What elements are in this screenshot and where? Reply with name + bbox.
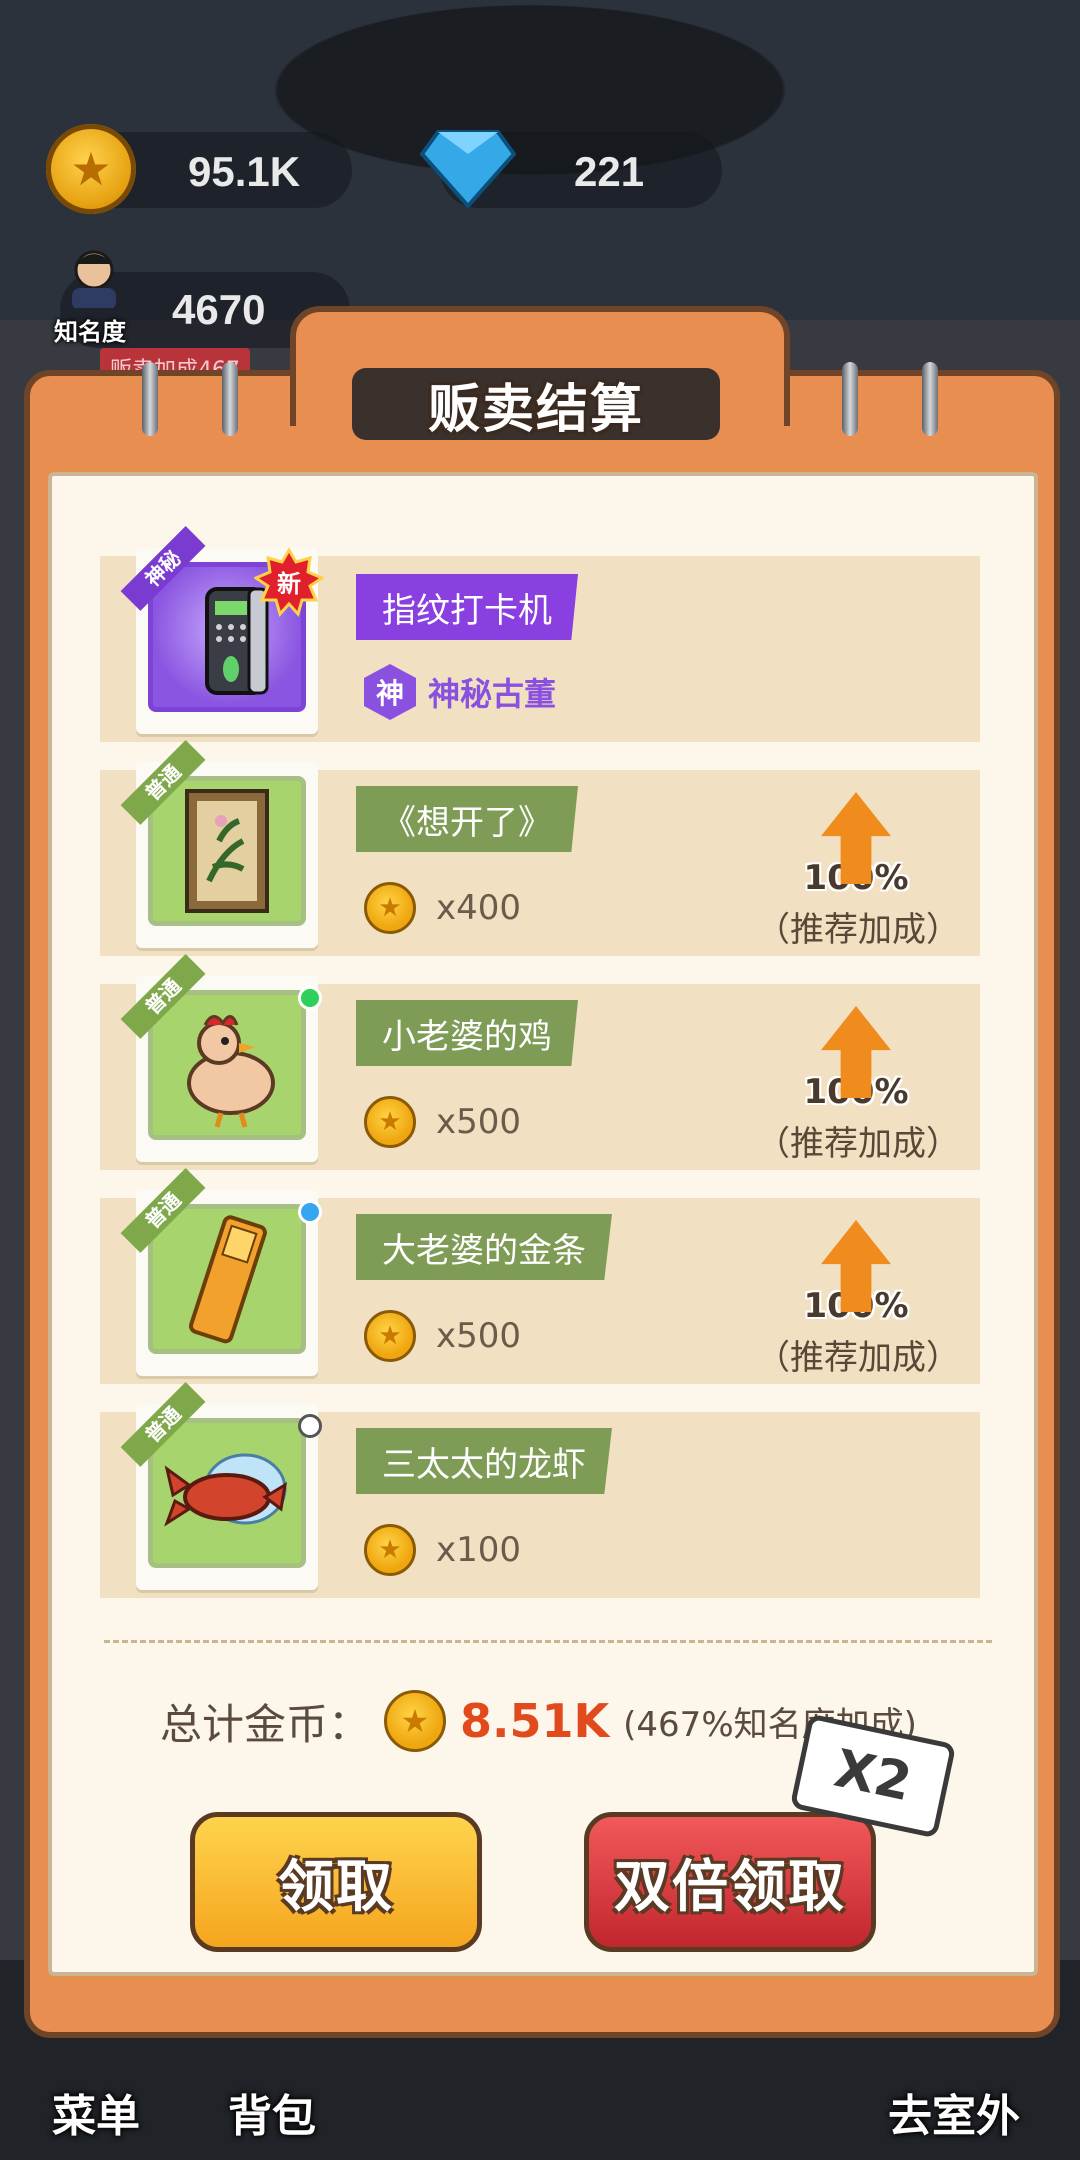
item-name: 《想开了》 <box>356 786 578 852</box>
total-value: 8.51K <box>460 1694 610 1748</box>
fame-label: 知名度 <box>54 318 126 346</box>
item-thumbnail[interactable]: 普通 <box>120 740 318 948</box>
fame-value: 4670 <box>172 286 266 333</box>
mystery-rarity-icon: 神 <box>364 664 416 720</box>
item-name: 指纹打卡机 <box>356 574 578 640</box>
item-image <box>148 776 306 926</box>
lobster-icon <box>164 1453 288 1527</box>
binder-ring-icon <box>922 362 938 436</box>
status-dot-icon <box>298 1414 322 1438</box>
new-badge-label: 新 <box>277 570 301 598</box>
coin-icon: ★ <box>364 1310 416 1362</box>
price-value: x500 <box>436 1316 522 1356</box>
gold-bar-icon <box>188 1215 267 1344</box>
binder-ring-icon <box>222 362 238 436</box>
scroll-painting-icon <box>185 789 269 913</box>
status-dot-icon <box>298 986 322 1010</box>
recommend-boost: 100% （推荐加成） <box>756 1220 960 1379</box>
claim-button[interactable]: 领取 <box>190 1812 482 1952</box>
coin-icon: ★ <box>46 124 136 214</box>
boost-note: （推荐加成） <box>756 910 960 950</box>
coin-count: 95.1K <box>188 148 301 195</box>
item-name: 三太太的龙虾 <box>356 1428 612 1494</box>
item-image <box>148 1204 306 1354</box>
recommend-boost: 100% （推荐加成） <box>756 1006 960 1165</box>
item-name: 大老婆的金条 <box>356 1214 612 1280</box>
coin-icon: ★ <box>384 1690 447 1752</box>
item-thumbnail[interactable]: 普通 <box>120 1168 322 1376</box>
price-value: x500 <box>436 1102 522 1142</box>
price-value: x400 <box>436 888 522 928</box>
diamond-icon <box>420 130 516 208</box>
coin-icon: ★ <box>364 882 416 934</box>
item-thumbnail[interactable]: 神秘 新 <box>120 526 324 734</box>
rarity-label: 神秘古董 <box>428 675 557 713</box>
dashed-divider <box>104 1640 992 1643</box>
boost-note: （推荐加成） <box>756 1124 960 1164</box>
item-image <box>148 990 306 1140</box>
binder-ring-icon <box>142 362 158 436</box>
item-thumbnail[interactable]: 普通 <box>120 954 322 1162</box>
price-value: x100 <box>436 1530 522 1570</box>
dialog-title: 贩卖结算 <box>352 368 720 440</box>
backpack-button[interactable]: 背包 <box>228 2080 316 2144</box>
item-price: ★ x100 <box>364 1524 521 1576</box>
go-outdoor-button[interactable]: 去室外 <box>888 2080 1020 2144</box>
item-price: ★ x500 <box>364 1310 521 1362</box>
coin-icon: ★ <box>364 1524 416 1576</box>
binder-ring-icon <box>842 362 858 436</box>
avatar-icon <box>72 250 116 308</box>
chicken-icon <box>187 1015 275 1128</box>
item-price: ★ x400 <box>364 882 521 934</box>
double-claim-button[interactable]: 双倍领取 <box>584 1812 876 1952</box>
item-name: 小老婆的鸡 <box>356 1000 578 1066</box>
total-label: 总计金币： <box>160 1699 371 1749</box>
boost-note: （推荐加成） <box>756 1338 960 1378</box>
status-dot-icon <box>298 1200 322 1224</box>
menu-button[interactable]: 菜单 <box>52 2080 140 2144</box>
recommend-boost: 100% （推荐加成） <box>756 792 960 951</box>
item-image <box>148 1418 306 1568</box>
item-rarity: 神 神秘古董 <box>364 664 556 720</box>
coin-icon: ★ <box>364 1096 416 1148</box>
item-thumbnail[interactable]: 普通 <box>120 1382 322 1590</box>
new-badge-icon: 新 <box>254 548 324 618</box>
gem-count: 221 <box>574 148 645 195</box>
item-price: ★ x500 <box>364 1096 521 1148</box>
